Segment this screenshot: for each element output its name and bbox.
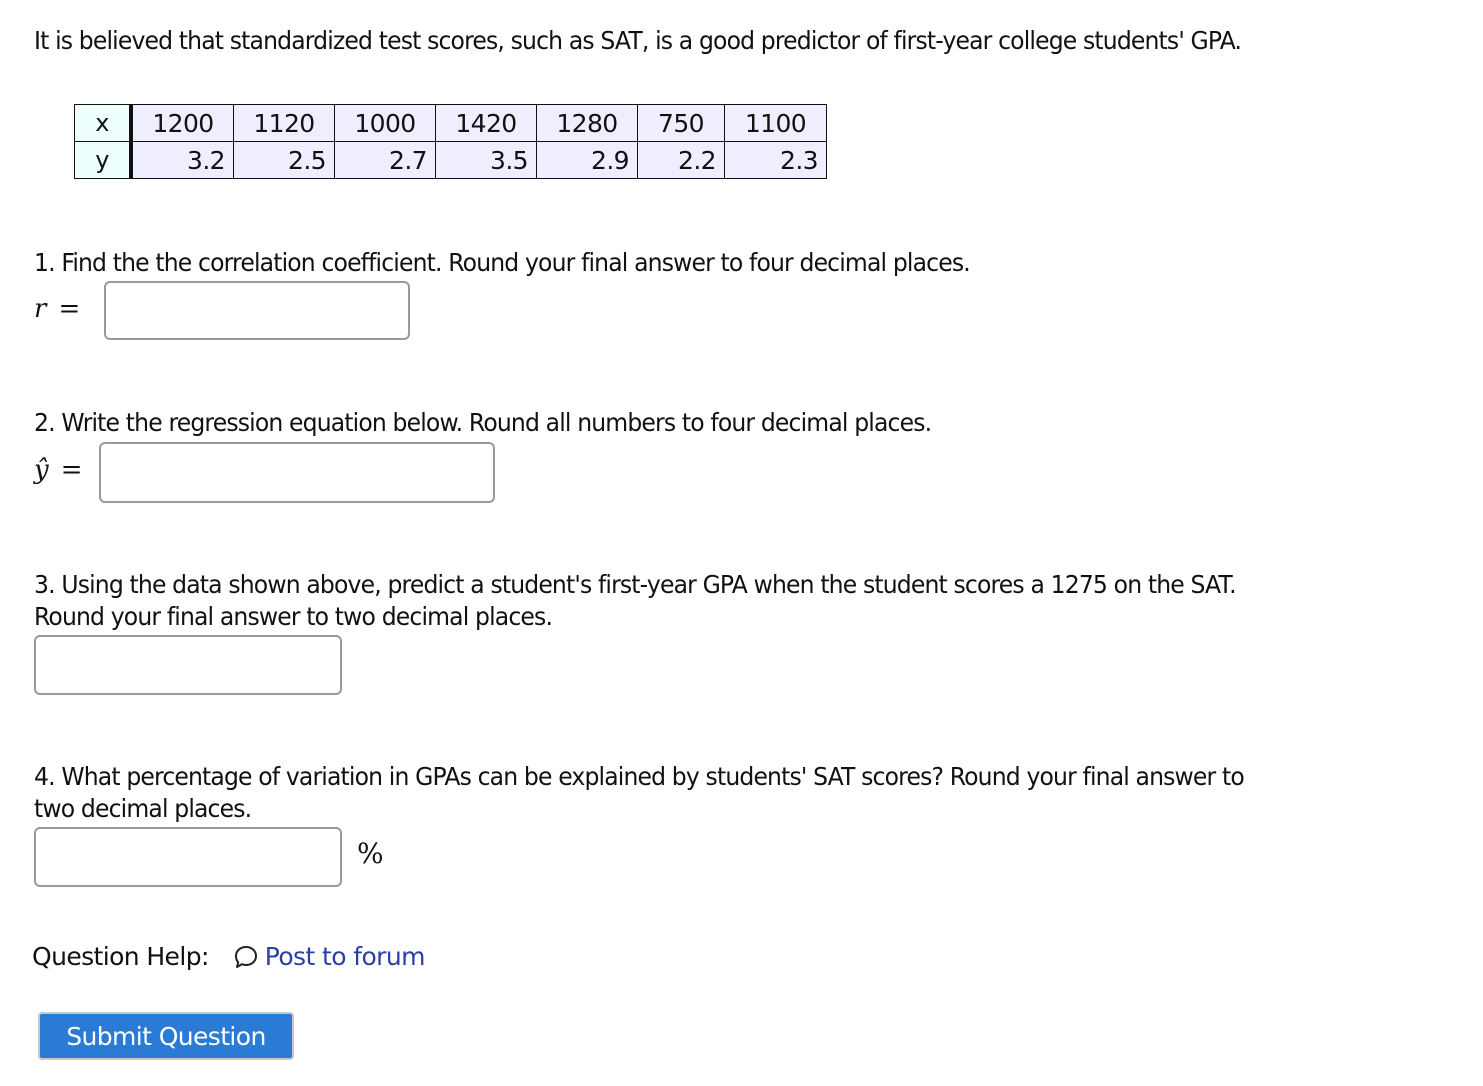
r-label: r = bbox=[34, 294, 80, 324]
table-cell: 1280 bbox=[536, 104, 638, 142]
table-cell: 2.7 bbox=[334, 141, 436, 179]
post-to-forum-link[interactable]: Post to forum bbox=[265, 942, 426, 971]
problem-intro: It is believed that standardized test sc… bbox=[34, 26, 1242, 55]
table-cell: 1000 bbox=[334, 104, 436, 142]
question-2-text: 2. Write the regression equation below. … bbox=[34, 408, 932, 437]
correlation-input[interactable] bbox=[104, 281, 410, 340]
table-cell: 1420 bbox=[435, 104, 537, 142]
question-help-label: Question Help: bbox=[32, 942, 209, 971]
r-symbol: r bbox=[34, 294, 47, 324]
question-4-line-2: two decimal places. bbox=[34, 794, 252, 823]
question-3-line-2: Round your final answer to two decimal p… bbox=[34, 602, 553, 631]
question-help: Question Help: Post to forum bbox=[32, 942, 425, 971]
table-cell: 750 bbox=[637, 104, 725, 142]
data-table: x 1200 1120 1000 1420 1280 750 1100 y 3.… bbox=[74, 104, 827, 179]
variation-percent-input[interactable] bbox=[34, 827, 342, 887]
table-row-y: y 3.2 2.5 2.7 3.5 2.9 2.2 2.3 bbox=[74, 141, 827, 179]
table-cell: 3.5 bbox=[435, 141, 537, 179]
table-cell: 1100 bbox=[724, 104, 827, 142]
row-header-y: y bbox=[74, 141, 133, 179]
table-cell: 1120 bbox=[233, 104, 335, 142]
table-cell: 2.9 bbox=[536, 141, 638, 179]
regression-equation-input[interactable] bbox=[99, 442, 495, 503]
question-4-line-1: 4. What percentage of variation in GPAs … bbox=[34, 762, 1245, 791]
y-hat-label: ŷ = bbox=[34, 455, 83, 485]
equals-sign: = bbox=[60, 455, 83, 485]
table-cell: 3.2 bbox=[130, 141, 234, 179]
percent-unit: % bbox=[357, 837, 384, 870]
question-1-text: 1. Find the the correlation coefficient.… bbox=[34, 248, 971, 277]
table-cell: 2.5 bbox=[233, 141, 335, 179]
question-3-text: 3. Using the data shown above, predict a… bbox=[34, 569, 1237, 633]
row-header-x: x bbox=[74, 104, 133, 142]
question-4-text: 4. What percentage of variation in GPAs … bbox=[34, 761, 1245, 825]
table-cell: 1200 bbox=[130, 104, 234, 142]
table-cell: 2.2 bbox=[637, 141, 725, 179]
submit-question-button[interactable]: Submit Question bbox=[38, 1012, 294, 1060]
table-cell: 2.3 bbox=[724, 141, 827, 179]
question-3-line-1: 3. Using the data shown above, predict a… bbox=[34, 570, 1237, 599]
gpa-prediction-input[interactable] bbox=[34, 635, 342, 695]
chat-bubble-icon[interactable] bbox=[233, 944, 259, 970]
equals-sign: = bbox=[58, 294, 81, 324]
table-row-x: x 1200 1120 1000 1420 1280 750 1100 bbox=[74, 104, 827, 142]
y-hat-symbol: ŷ bbox=[34, 455, 49, 485]
